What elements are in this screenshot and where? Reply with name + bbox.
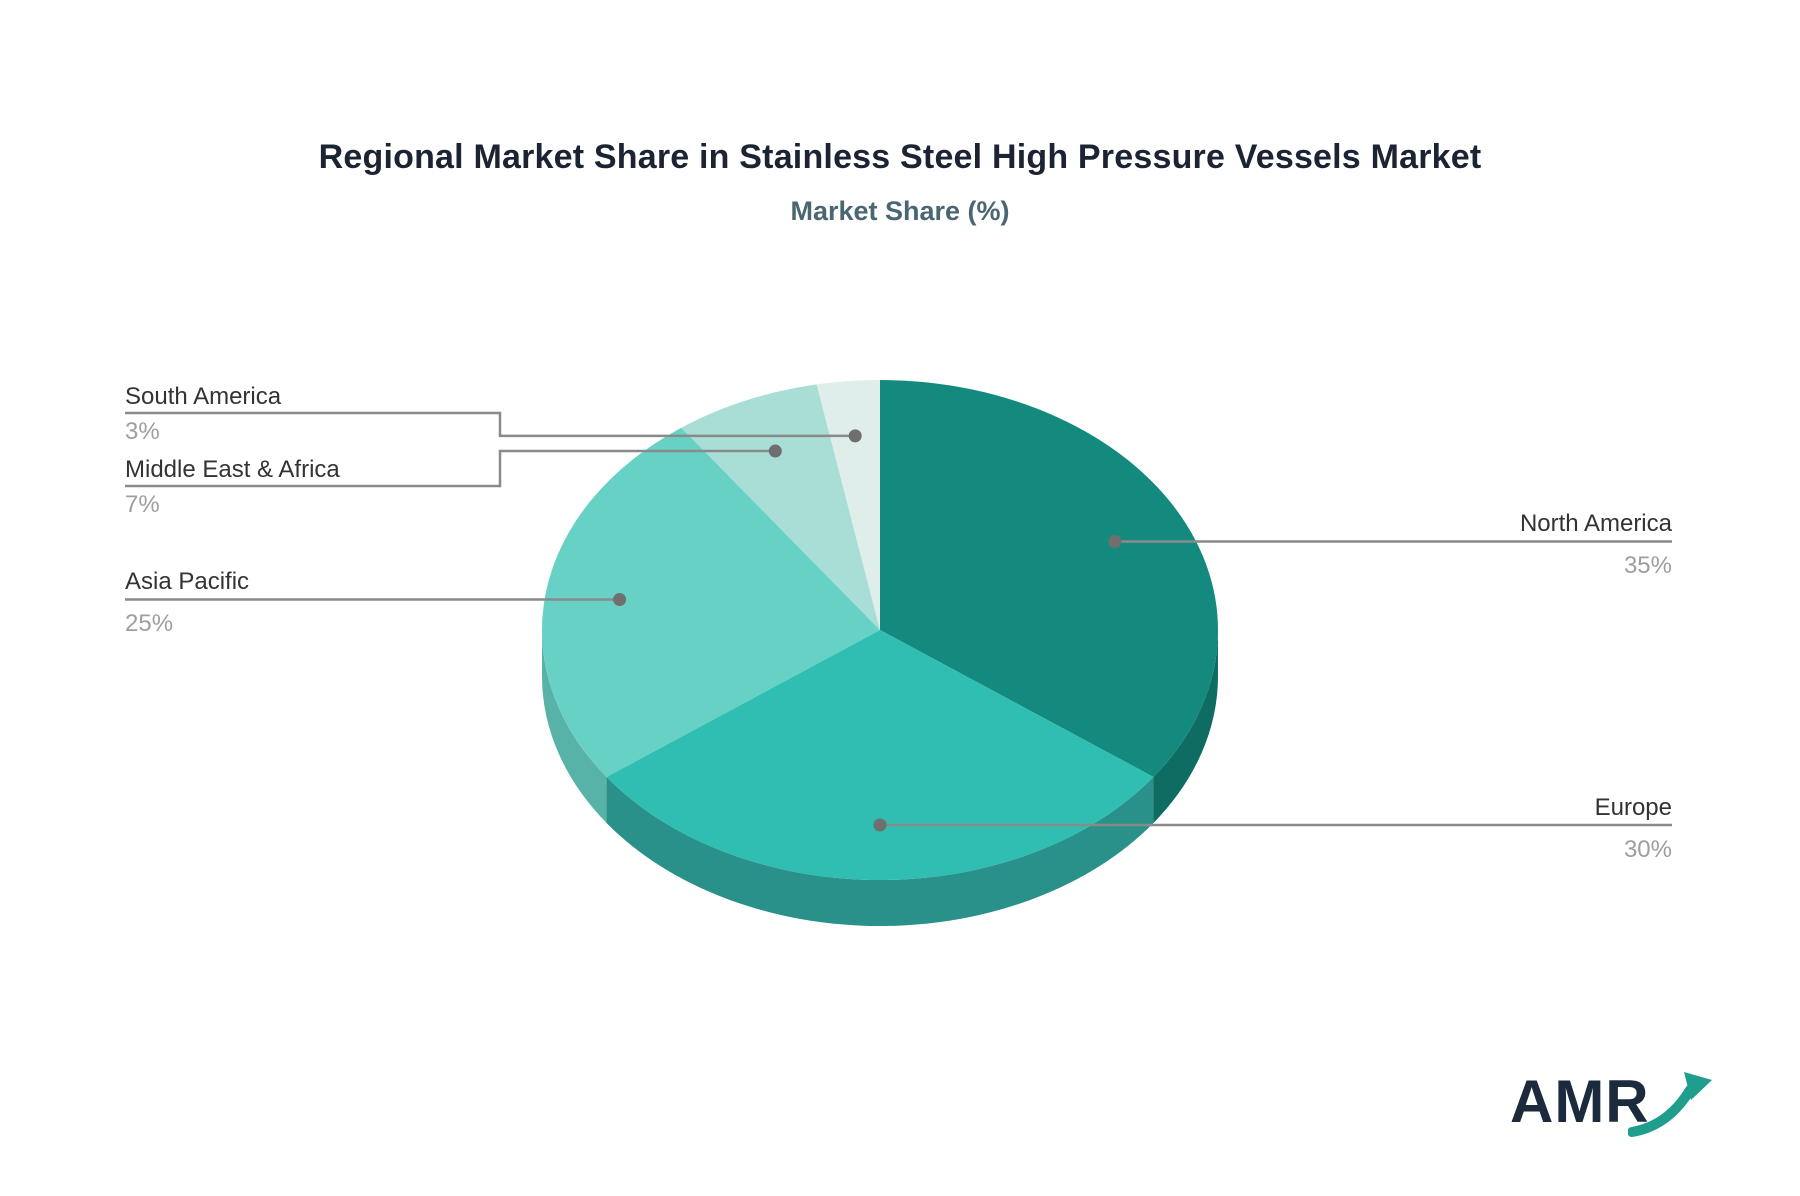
slice-label: North America	[1519, 510, 1672, 538]
pie-slices-group	[542, 380, 1219, 881]
slice-label: Middle East & Africa	[125, 456, 340, 483]
slice-label: Asia Pacific	[125, 568, 250, 596]
callout-europe: Europe 30%	[1595, 791, 1672, 863]
slice-value: 30%	[1623, 836, 1672, 863]
slice-label: South America	[125, 383, 282, 410]
slice-label: Europe	[1594, 794, 1672, 821]
slice-value: 35%	[1623, 552, 1672, 580]
leader-dot-middle-east-africa	[768, 444, 782, 458]
slice-value: 25%	[125, 610, 174, 638]
leader-dot-europe	[873, 818, 887, 832]
callout-south-america: South America 3%	[125, 380, 281, 445]
slice-value: 7%	[125, 491, 160, 518]
amr-logo: AMR	[1510, 1072, 1712, 1152]
callout-asia-pacific: Asia Pacific 25%	[125, 565, 249, 637]
leader-dot-south-america	[848, 429, 862, 443]
pie-chart-svg	[125, 380, 1672, 926]
chart-canvas: Regional Market Share in Stainless Steel…	[0, 0, 1800, 1196]
logo-arrow-icon	[1628, 1072, 1712, 1137]
slice-value: 3%	[125, 418, 160, 445]
leader-dot-asia-pacific	[613, 592, 627, 606]
callout-north-america: North America 35%	[1520, 507, 1672, 579]
callout-middle-east-africa: Middle East & Africa 7%	[125, 453, 340, 518]
leader-dot-north-america	[1108, 534, 1122, 548]
